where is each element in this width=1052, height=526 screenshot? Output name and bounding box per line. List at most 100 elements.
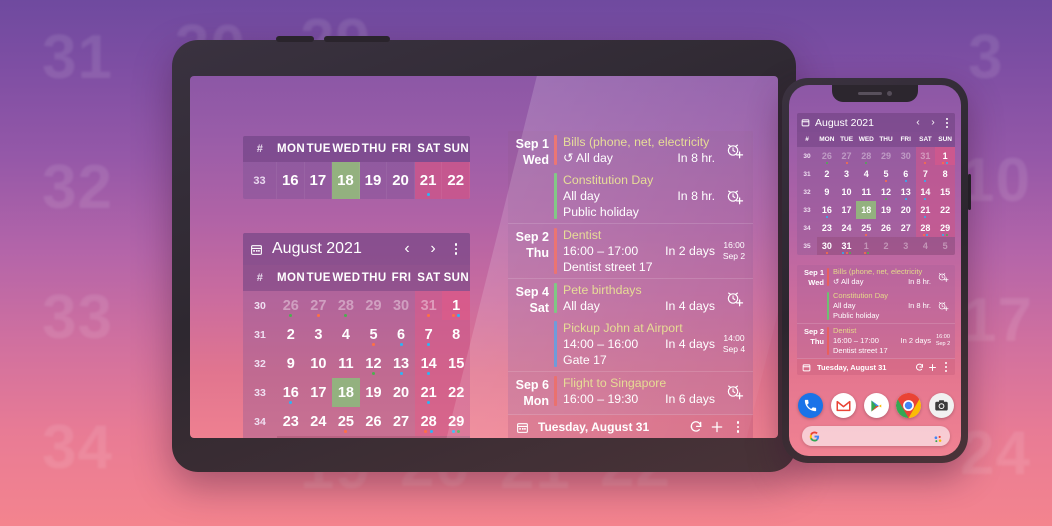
day-cell[interactable]: 25 [856, 219, 876, 237]
day-cell[interactable]: 21 [414, 378, 443, 407]
day-cell[interactable]: 1 [935, 147, 955, 165]
day-cell[interactable]: 5 [360, 320, 388, 349]
day-cell[interactable]: 31 [915, 147, 936, 165]
day-cell[interactable]: 31 [414, 291, 443, 320]
chrome-icon[interactable] [896, 393, 922, 418]
day-cell[interactable]: 19 [360, 162, 388, 199]
day-cell[interactable]: 2 [817, 165, 837, 183]
month-calendar-widget[interactable]: August 2021 ‹ › # MON TUE WED THU FRI SAT SUN 3… [243, 233, 470, 438]
phone-icon[interactable] [798, 393, 823, 418]
day-cell[interactable]: 30 [387, 291, 415, 320]
day-cell[interactable]: 21 [915, 201, 936, 219]
day-cell[interactable]: 25 [332, 407, 360, 436]
agenda-event[interactable]: Dentist 16:00 – 17:00 In 2 days Dentist str… [554, 224, 753, 278]
agenda-event[interactable]: Bills (phone, net, electricity ↺ All day I… [827, 265, 955, 289]
day-cell[interactable]: 19 [360, 378, 388, 407]
week-number[interactable]: 34 [243, 407, 277, 436]
day-cell[interactable]: 26 [817, 147, 837, 165]
day-cell[interactable]: 19 [876, 201, 896, 219]
day-cell[interactable]: 3 [895, 237, 916, 255]
week-number[interactable]: 31 [243, 320, 277, 349]
day-cell[interactable]: 13 [896, 183, 916, 201]
day-cell[interactable]: 29 [442, 407, 470, 436]
week-number[interactable]: 31 [797, 165, 817, 183]
day-cell[interactable]: 1 [332, 436, 360, 438]
event-action-column[interactable]: 14:00 Sep 4 [715, 320, 753, 368]
add-alarm-icon[interactable] [725, 141, 744, 160]
day-cell[interactable]: 10 [837, 183, 857, 201]
phone-agenda-widget[interactable]: Sep 1 Wed Bills (phone, net, electricity ↺ … [797, 265, 955, 375]
day-cell[interactable]: 8 [442, 320, 470, 349]
overflow-menu-icon[interactable] [731, 421, 745, 433]
day-cell[interactable]: 15 [935, 183, 955, 201]
week-number[interactable]: 30 [243, 291, 277, 320]
assistant-mic-icon[interactable] [933, 431, 943, 443]
day-cell[interactable]: 22 [442, 162, 470, 199]
event-action-column[interactable] [715, 134, 753, 166]
day-cell[interactable]: 27 [896, 219, 916, 237]
day-cell[interactable]: 9 [277, 349, 305, 378]
event-action-column[interactable] [715, 375, 753, 407]
overflow-menu-icon[interactable] [449, 243, 463, 255]
day-cell[interactable]: 9 [817, 183, 837, 201]
day-cell[interactable]: 27 [305, 291, 333, 320]
day-cell[interactable]: 18 [856, 201, 877, 219]
day-cell[interactable]: 2 [876, 237, 896, 255]
day-cell[interactable]: 21 [414, 162, 443, 199]
day-cell[interactable]: 27 [387, 407, 415, 436]
event-action-column[interactable] [931, 267, 955, 287]
week-number[interactable]: 32 [243, 349, 277, 378]
week-number[interactable]: 34 [797, 219, 817, 237]
day-cell[interactable]: 7 [915, 165, 936, 183]
add-alarm-icon[interactable] [725, 289, 744, 308]
day-cell[interactable]: 26 [360, 407, 388, 436]
agenda-event[interactable]: Pickup John at Airport 14:00 – 16:00 In 4 … [554, 317, 753, 371]
week-number[interactable]: 33 [797, 201, 817, 219]
day-cell[interactable]: 29 [876, 147, 896, 165]
event-action-column[interactable] [931, 291, 955, 321]
day-cell[interactable]: 15 [442, 349, 470, 378]
day-cell[interactable]: 4 [856, 165, 876, 183]
day-cell[interactable]: 28 [915, 219, 936, 237]
day-cell[interactable]: 31 [304, 436, 333, 438]
event-action-column[interactable]: 16:00 Sep 2 [931, 326, 955, 356]
day-cell[interactable]: 30 [277, 436, 305, 438]
event-action-column[interactable]: 16:00 Sep 2 [715, 227, 753, 275]
camera-icon[interactable] [929, 393, 954, 418]
day-cell[interactable]: 3 [837, 165, 857, 183]
day-cell[interactable]: 11 [332, 349, 360, 378]
day-cell[interactable]: 6 [387, 320, 415, 349]
add-alarm-icon[interactable] [937, 300, 949, 312]
day-cell[interactable]: 30 [817, 237, 837, 255]
week-strip-widget[interactable]: # MON TUE WED THU FRI SAT SUN 33 16 17 18 19 20 21 22 [243, 136, 470, 199]
play-store-icon[interactable] [863, 393, 889, 418]
day-cell[interactable]: 29 [360, 291, 388, 320]
day-cell[interactable]: 7 [414, 320, 443, 349]
week-number[interactable]: 33 [243, 378, 277, 407]
phone-prev-month-button[interactable]: ‹ [912, 117, 924, 128]
day-cell[interactable]: 26 [277, 291, 305, 320]
gmail-icon[interactable] [830, 393, 856, 418]
day-cell[interactable]: 2 [359, 436, 388, 438]
agenda-event[interactable]: Bills (phone, net, electricity ↺ All day I… [554, 131, 753, 169]
day-cell[interactable]: 18 [332, 378, 360, 407]
day-cell[interactable]: 5 [876, 165, 896, 183]
event-action-column[interactable] [715, 282, 753, 314]
week-number[interactable]: 35 [243, 436, 277, 438]
week-number[interactable]: 30 [797, 147, 817, 165]
day-cell[interactable]: 4 [915, 237, 936, 255]
agenda-widget[interactable]: Sep 1 Wed Bills (phone, net, electricity ↺ … [508, 131, 753, 438]
agenda-event[interactable]: Flight to Singapore 16:00 – 19:30 In 6 day… [554, 372, 753, 410]
prev-month-button[interactable]: ‹ [397, 241, 417, 257]
day-cell[interactable]: 11 [856, 183, 876, 201]
add-alarm-icon[interactable] [725, 187, 744, 206]
next-month-button[interactable]: › [423, 241, 443, 257]
week-number[interactable]: 35 [797, 237, 817, 255]
week-number[interactable]: 32 [797, 183, 817, 201]
day-cell[interactable]: 28 [332, 291, 360, 320]
day-cell[interactable]: 28 [856, 147, 876, 165]
day-cell[interactable]: 16 [817, 201, 837, 219]
tablet-power-button[interactable] [324, 36, 390, 42]
day-cell[interactable]: 8 [935, 165, 955, 183]
day-cell[interactable]: 2 [277, 320, 305, 349]
